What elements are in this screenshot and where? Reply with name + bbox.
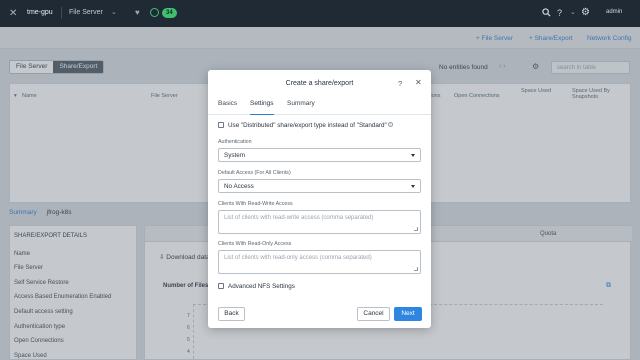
advanced-nfs-label: Advanced NFS Settings xyxy=(228,283,295,290)
ro-clients-label: Clients With Read-Only Access xyxy=(218,241,292,247)
app-selector[interactable]: File Server xyxy=(69,9,103,16)
settings-gear-icon[interactable]: ⚙ xyxy=(581,7,590,18)
alerts-count-badge[interactable]: 34 xyxy=(162,8,177,18)
tab-basics[interactable]: Basics xyxy=(218,100,237,115)
search-icon[interactable] xyxy=(542,8,551,19)
back-button[interactable]: Back xyxy=(218,307,245,321)
chevron-down-icon[interactable]: ⌄ xyxy=(111,8,117,16)
default-access-value: No Access xyxy=(224,183,254,190)
info-icon[interactable]: ? xyxy=(387,122,393,127)
authentication-select[interactable]: System xyxy=(218,148,421,162)
user-menu[interactable]: admin xyxy=(606,9,622,15)
authentication-value: System xyxy=(224,152,245,159)
cancel-button[interactable]: Cancel xyxy=(357,307,390,321)
cluster-name[interactable]: tme-gpu xyxy=(27,9,53,16)
authentication-label: Authentication xyxy=(218,139,252,145)
rw-clients-placeholder: List of clients with read-write access (… xyxy=(224,215,374,221)
close-icon[interactable]: ✕ xyxy=(415,78,422,87)
health-heart-icon[interactable]: ♥ xyxy=(135,8,140,17)
distributed-checkbox[interactable] xyxy=(218,122,224,128)
chevron-down-icon xyxy=(411,185,415,188)
rw-clients-label: Clients With Read-Write Access xyxy=(218,201,293,207)
next-button[interactable]: Next xyxy=(394,307,422,321)
divider xyxy=(61,7,62,19)
tab-settings[interactable]: Settings xyxy=(250,100,274,115)
top-navigation-bar: ✕ tme-gpu File Server ⌄ ♥ 34 ? ⌄ ⚙ admin xyxy=(0,0,640,27)
help-icon[interactable]: ? xyxy=(557,8,562,18)
chevron-down-icon xyxy=(411,154,415,157)
prism-logo-icon[interactable]: ✕ xyxy=(9,8,17,19)
ro-clients-textarea[interactable]: List of clients with read-only access (c… xyxy=(218,250,421,274)
tab-summary[interactable]: Summary xyxy=(287,100,315,115)
search-glyph xyxy=(542,8,551,17)
help-icon[interactable]: ? xyxy=(398,79,402,88)
rw-clients-textarea[interactable]: List of clients with read-write access (… xyxy=(218,210,421,234)
default-access-select[interactable]: No Access xyxy=(218,179,421,193)
resize-handle-icon[interactable] xyxy=(414,227,418,231)
status-ok-icon[interactable] xyxy=(150,8,159,17)
create-share-dialog: Create a share/export ? ✕ Basics Setting… xyxy=(208,70,431,328)
resize-handle-icon[interactable] xyxy=(414,267,418,271)
advanced-nfs-checkbox[interactable] xyxy=(218,283,224,289)
distributed-label: Use "Distributed" share/export type inst… xyxy=(228,122,393,129)
distributed-label-text: Use "Distributed" share/export type inst… xyxy=(228,122,387,129)
help-chevron-icon[interactable]: ⌄ xyxy=(570,8,576,16)
ro-clients-placeholder: List of clients with read-only access (c… xyxy=(224,255,372,261)
dialog-tabs: Basics Settings Summary xyxy=(208,98,431,115)
default-access-label: Default Access (For All Clients) xyxy=(218,170,291,176)
